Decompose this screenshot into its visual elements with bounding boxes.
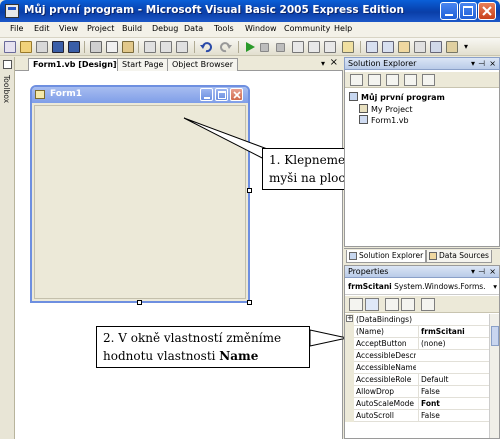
expand-icon[interactable]: + [345, 314, 354, 326]
panel-tabs: Solution Explorer Data Sources [344, 248, 500, 263]
solution-explorer-toolbar [345, 72, 499, 88]
categorized-icon[interactable] [349, 298, 363, 311]
properties-menu-icon[interactable]: ▾ [471, 266, 475, 277]
properties-scrollbar[interactable] [489, 314, 499, 438]
callout-2-line-1: 2. V okně vlastností změníme [103, 331, 282, 345]
property-row[interactable]: AccessibleName [345, 362, 490, 374]
properties-title: Properties [348, 267, 389, 276]
project-icon [349, 92, 358, 101]
property-row[interactable]: AllowDrop False [345, 386, 490, 398]
properties-header: Properties ▾ ⊣ × [345, 266, 499, 278]
properties-toolbar [345, 296, 499, 313]
tree-item-my-project[interactable]: My Project [359, 104, 413, 114]
callout-2-name-keyword: Name [219, 349, 259, 363]
property-row[interactable]: + (DataBindings) [345, 314, 490, 326]
property-row[interactable]: AutoScroll False [345, 410, 490, 422]
tree-project-label: Můj první program [361, 93, 445, 102]
refresh-icon[interactable] [386, 74, 399, 86]
tree-my-project-label: My Project [371, 105, 413, 114]
view-designer-icon[interactable] [422, 74, 435, 86]
form-file-icon [359, 115, 368, 124]
callout-2-line-2: hodnotu vlastnosti [103, 349, 220, 363]
solution-explorer-title: Solution Explorer [348, 59, 417, 68]
tab-solution-explorer[interactable]: Solution Explorer [346, 250, 427, 263]
selected-object-name: frmScitani [348, 282, 392, 291]
properties-pin-icon[interactable]: ⊣ [478, 266, 485, 277]
properties-view-icon[interactable] [385, 298, 399, 311]
tree-form1-label: Form1.vb [371, 116, 409, 125]
object-selector-dropdown-icon: ▾ [493, 282, 497, 291]
pin-icon[interactable]: ⊣ [478, 58, 485, 69]
tab-solution-explorer-label: Solution Explorer [359, 251, 424, 260]
property-pages-icon[interactable] [421, 298, 435, 311]
properties-icon[interactable] [350, 74, 363, 86]
property-row[interactable]: AutoScaleMode Font [345, 398, 490, 410]
tree-item-form1[interactable]: Form1.vb [359, 115, 409, 125]
tab-data-sources-label: Data Sources [439, 251, 489, 260]
my-project-icon [359, 104, 368, 113]
events-icon[interactable] [401, 298, 415, 311]
alphabetical-icon[interactable] [365, 298, 379, 311]
data-sources-tab-icon [429, 252, 437, 260]
view-code-icon[interactable] [404, 74, 417, 86]
selected-object-type: System.Windows.Forms. [394, 282, 486, 291]
property-row[interactable]: AccessibleDescri [345, 350, 490, 362]
panel-menu-icon[interactable]: ▾ [471, 58, 475, 69]
solution-explorer-panel: Solution Explorer ▾ ⊣ × Můj první progra… [344, 57, 500, 247]
property-row[interactable]: AccessibleRole Default [345, 374, 490, 386]
object-selector[interactable]: frmScitani System.Windows.Forms. ▾ [345, 280, 499, 295]
properties-panel: Properties ▾ ⊣ × frmScitani System.Windo… [344, 265, 500, 439]
name-value-field[interactable]: frmScitani [418, 326, 490, 337]
solution-explorer-tab-icon [349, 252, 357, 260]
callout-change-name: 2. V okně vlastností změníme hodnotu vla… [96, 326, 310, 368]
panel-close-icon[interactable]: × [489, 58, 496, 69]
show-all-files-icon[interactable] [368, 74, 381, 86]
solution-explorer-header: Solution Explorer ▾ ⊣ × [344, 57, 500, 70]
tab-data-sources[interactable]: Data Sources [426, 250, 492, 263]
property-row-name[interactable]: (Name) frmScitani [345, 326, 490, 338]
tree-project-root[interactable]: Můj první program [349, 92, 445, 102]
property-row[interactable]: AcceptButton (none) [345, 338, 490, 350]
properties-close-icon[interactable]: × [489, 266, 496, 277]
scrollbar-thumb[interactable] [491, 326, 499, 346]
